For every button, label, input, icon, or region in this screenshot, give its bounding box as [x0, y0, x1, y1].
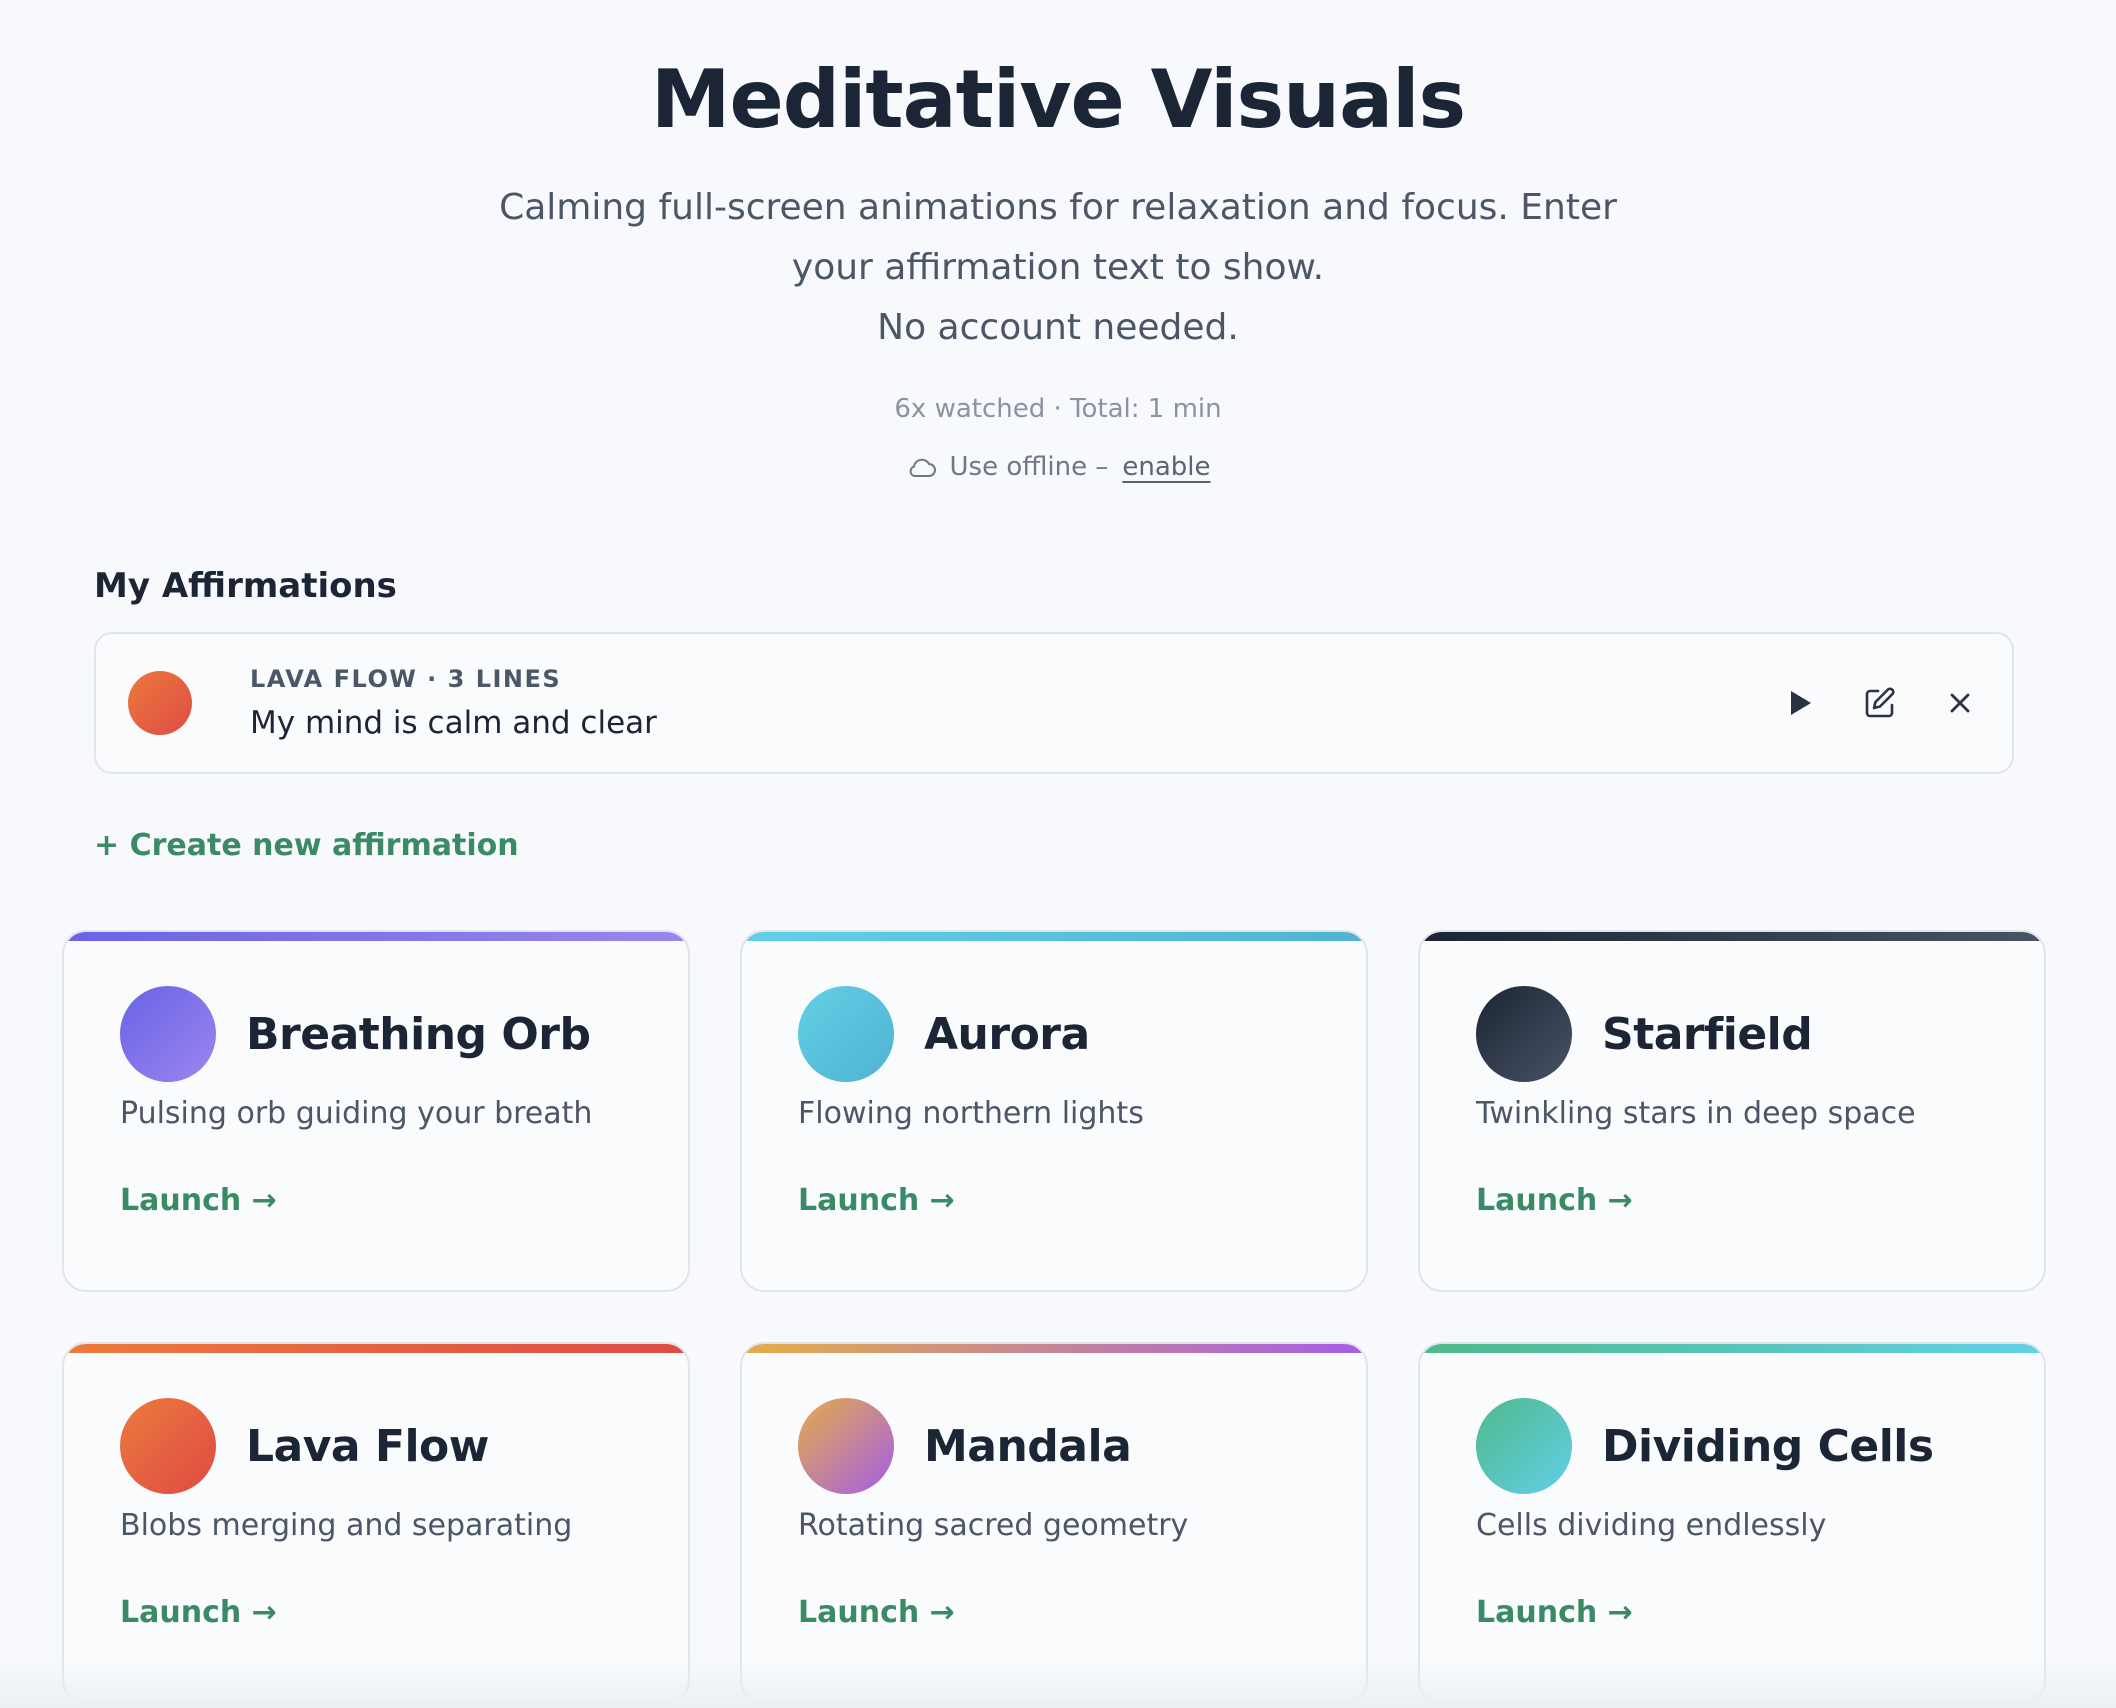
visual-card-breathing-orb[interactable]: Breathing Orb Pulsing orb guiding your b… [62, 930, 690, 1292]
visuals-grid: Breathing Orb Pulsing orb guiding your b… [62, 930, 2048, 1704]
launch-link[interactable]: Launch → [1476, 1183, 1633, 1218]
enable-offline-link[interactable]: enable [1122, 452, 1210, 482]
affirmation-text: My mind is calm and clear [250, 705, 657, 741]
edit-icon [1865, 687, 1895, 718]
card-description: Cells dividing endlessly [1476, 1508, 1827, 1543]
affirmations-section: My Affirmations LAVA FLOW · 3 LINES My m… [94, 566, 2014, 863]
card-description: Twinkling stars in deep space [1476, 1096, 1916, 1131]
affirmation-meta: LAVA FLOW · 3 LINES [250, 665, 562, 693]
section-title: My Affirmations [94, 566, 397, 606]
delete-button[interactable] [1938, 681, 1982, 725]
offline-row: Use offline – enable [0, 452, 2116, 482]
subtitle-line: Calming full-screen animations for relax… [499, 187, 1617, 288]
create-affirmation-link[interactable]: + Create new affirmation [94, 828, 2014, 863]
edit-button[interactable] [1858, 681, 1902, 725]
launch-link[interactable]: Launch → [120, 1183, 277, 1218]
launch-link[interactable]: Launch → [1476, 1595, 1633, 1630]
card-title: Starfield [1602, 1008, 1813, 1060]
card-description: Pulsing orb guiding your breath [120, 1096, 593, 1131]
card-accent-bar [64, 932, 688, 941]
visual-card-starfield[interactable]: Starfield Twinkling stars in deep space … [1418, 930, 2046, 1292]
visual-card-dividing-cells[interactable]: Dividing Cells Cells dividing endlessly … [1418, 1342, 2046, 1704]
card-description: Blobs merging and separating [120, 1508, 573, 1543]
page: Meditative Visuals Calming full-screen a… [0, 0, 2116, 1708]
card-accent-bar [1420, 932, 2044, 941]
card-accent-bar [64, 1344, 688, 1353]
card-header: Lava Flow [120, 1398, 632, 1494]
aurora-icon [798, 986, 894, 1082]
card-accent-bar [742, 932, 1366, 941]
card-title: Lava Flow [246, 1420, 489, 1472]
card-title: Dividing Cells [1602, 1420, 1934, 1472]
card-description: Rotating sacred geometry [798, 1508, 1189, 1543]
card-header: Starfield [1476, 986, 1988, 1082]
card-accent-bar [1420, 1344, 2044, 1353]
card-header: Aurora [798, 986, 1310, 1082]
card-header: Breathing Orb [120, 986, 632, 1082]
subtitle-line-2: No account needed. [877, 307, 1239, 348]
launch-link[interactable]: Launch → [798, 1183, 955, 1218]
card-title: Aurora [924, 1008, 1090, 1060]
orb-icon [120, 986, 216, 1082]
card-header: Dividing Cells [1476, 1398, 1988, 1494]
cells-icon [1476, 1398, 1572, 1494]
launch-link[interactable]: Launch → [798, 1595, 955, 1630]
card-header: Mandala [798, 1398, 1310, 1494]
close-icon [1950, 693, 1970, 713]
page-title: Meditative Visuals [650, 53, 1466, 146]
bottom-fade [0, 1658, 2116, 1708]
page-subtitle: Calming full-screen animations for relax… [468, 178, 1648, 358]
visual-card-aurora[interactable]: Aurora Flowing northern lights Launch → [740, 930, 1368, 1292]
card-accent-bar [742, 1344, 1366, 1353]
play-icon [1791, 691, 1811, 715]
affirmation-actions [1778, 681, 1982, 725]
offline-label: Use offline – [949, 452, 1109, 482]
visual-card-mandala[interactable]: Mandala Rotating sacred geometry Launch … [740, 1342, 1368, 1704]
visual-card-lava-flow[interactable]: Lava Flow Blobs merging and separating L… [62, 1342, 690, 1704]
card-title: Breathing Orb [246, 1008, 591, 1060]
play-button[interactable] [1778, 681, 1822, 725]
affirmation-color-dot [128, 671, 192, 735]
card-description: Flowing northern lights [798, 1096, 1144, 1131]
affirmation-item: LAVA FLOW · 3 LINES My mind is calm and … [94, 632, 2014, 774]
affirmation-text-block: LAVA FLOW · 3 LINES My mind is calm and … [250, 665, 1778, 741]
lava-icon [120, 1398, 216, 1494]
cloud-icon [906, 456, 936, 478]
launch-link[interactable]: Launch → [120, 1595, 277, 1630]
hero: Meditative Visuals Calming full-screen a… [0, 0, 2116, 482]
watch-stats: 6x watched · Total: 1 min [894, 394, 1222, 424]
starfield-icon [1476, 986, 1572, 1082]
mandala-icon [798, 1398, 894, 1494]
card-title: Mandala [924, 1420, 1132, 1472]
